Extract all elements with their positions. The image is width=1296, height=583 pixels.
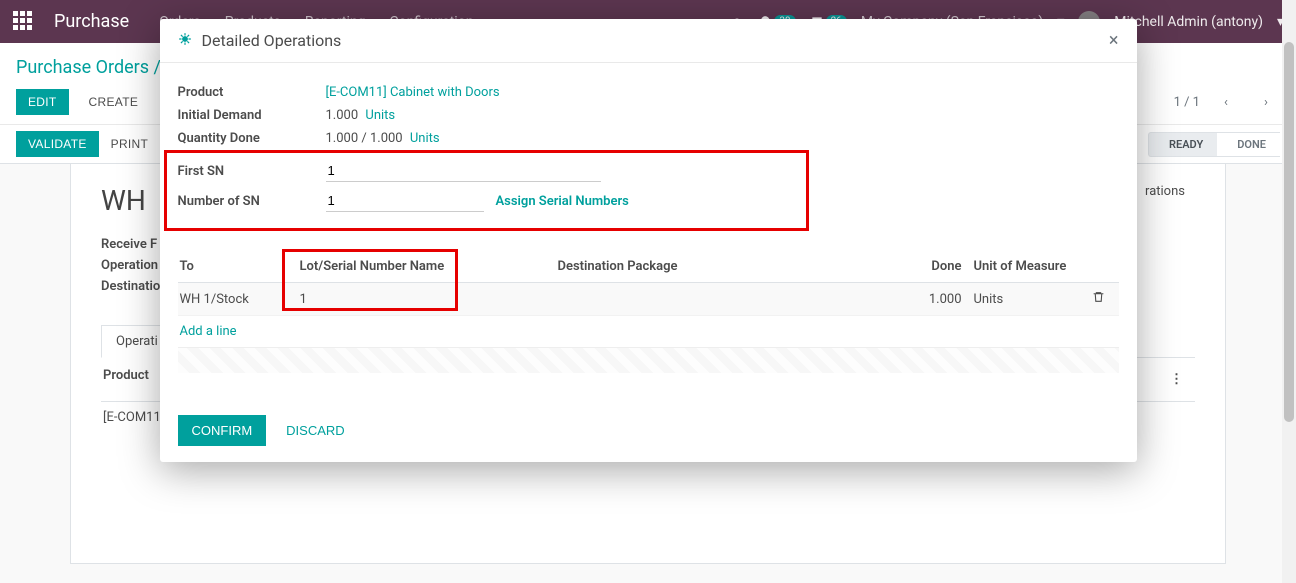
quantity-done-uom[interactable]: Units [410, 131, 440, 146]
detailed-operations-modal: Detailed Operations × Product [E-COM11] … [160, 19, 1137, 462]
product-link[interactable]: [E-COM11] Cabinet with Doors [326, 85, 500, 100]
th-product: Product [103, 368, 149, 391]
status-ready[interactable]: READY [1148, 132, 1217, 157]
close-icon[interactable]: × [1109, 32, 1119, 50]
quantity-done-value: 1.000 / 1.000 [326, 131, 403, 146]
status-done[interactable]: DONE [1217, 132, 1280, 157]
label-number-of-sn: Number of SN [178, 194, 326, 209]
assign-serial-numbers-link[interactable]: Assign Serial Numbers [496, 194, 629, 209]
number-of-sn-input[interactable] [326, 190, 484, 212]
serial-lines-table: To Lot/Serial Number Name Destination Pa… [178, 251, 1119, 373]
confirm-button[interactable]: CONFIRM [178, 415, 267, 446]
cell-to[interactable]: WH 1/Stock [178, 292, 300, 307]
cell-lot[interactable]: 1 [300, 292, 558, 307]
brand-title[interactable]: Purchase [54, 11, 129, 32]
pager-text: 1 / 1 [1174, 95, 1200, 110]
initial-demand-uom[interactable]: Units [365, 108, 395, 123]
cell-product[interactable]: [E-COM11 [103, 410, 161, 425]
trash-icon[interactable] [1092, 293, 1105, 308]
label-product: Product [178, 85, 326, 100]
label-quantity-done: Quantity Done [178, 131, 326, 146]
initial-demand-qty: 1.000 [326, 108, 359, 123]
modal-title: Detailed Operations [202, 31, 342, 50]
pager-next-icon[interactable]: › [1252, 88, 1280, 116]
th-uom: Unit of Measure [974, 259, 1079, 274]
th-done: Done [868, 259, 974, 274]
bug-icon[interactable] [178, 32, 192, 50]
label-initial-demand: Initial Demand [178, 108, 326, 123]
cell-done[interactable]: 1.000 [868, 292, 974, 307]
table-row[interactable]: WH 1/Stock 1 1.000 Units [178, 283, 1119, 316]
edit-button[interactable]: EDIT [16, 89, 69, 115]
add-a-line[interactable]: Add a line [178, 316, 1119, 347]
pager: 1 / 1 ‹ › [1174, 88, 1280, 116]
apps-icon[interactable] [12, 10, 36, 34]
label-first-sn: First SN [178, 164, 326, 179]
th-to: To [178, 259, 300, 274]
validate-button[interactable]: VALIDATE [16, 131, 99, 157]
pager-prev-icon[interactable]: ‹ [1212, 88, 1240, 116]
th-destination-package: Destination Package [558, 259, 868, 274]
create-button[interactable]: CREATE [77, 89, 151, 115]
kebab-icon[interactable]: ⋮ [1160, 368, 1193, 391]
cell-uom[interactable]: Units [974, 292, 1079, 307]
first-sn-input[interactable] [326, 160, 601, 182]
th-lot: Lot/Serial Number Name [300, 259, 558, 274]
print-button[interactable]: PRINT [99, 131, 161, 157]
scrollbar[interactable] [1282, 0, 1296, 583]
scrollbar-thumb[interactable] [1284, 42, 1294, 422]
username[interactable]: Mitchell Admin (antony) [1114, 14, 1263, 30]
discard-button[interactable]: DISCARD [272, 415, 359, 446]
